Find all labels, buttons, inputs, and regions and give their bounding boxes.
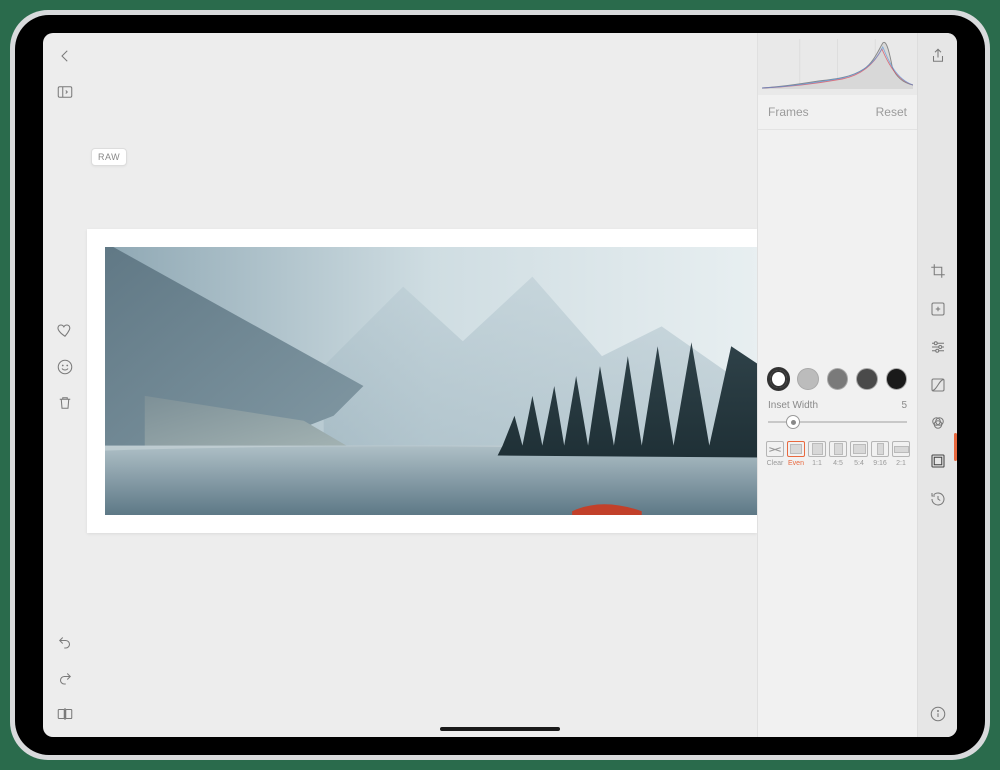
swatch-white[interactable] [768,368,789,390]
swatch-gray[interactable] [827,368,848,390]
ratio-clear[interactable]: Clear [766,441,784,467]
aspect-ratio-row: Clear Even 1:1 [766,441,909,467]
curves-icon[interactable] [929,376,947,394]
active-tool-indicator [954,433,957,461]
smiley-icon[interactable] [56,358,74,376]
crop-icon[interactable] [929,262,947,280]
raw-badge: RAW [91,148,127,166]
panel-header: Frames Reset [758,95,917,130]
color-mix-icon[interactable] [929,414,947,432]
swatch-black[interactable] [886,368,907,390]
ratio-2-1[interactable]: 2:1 [892,441,910,467]
histogram[interactable] [758,33,917,95]
ratio-1-1[interactable]: 1:1 [808,441,826,467]
redo-icon[interactable] [56,669,74,687]
panel-title: Frames [768,105,809,119]
compare-icon[interactable] [56,705,74,723]
ratio-9-16[interactable]: 9:16 [871,441,889,467]
frames-icon[interactable] [929,452,947,470]
trash-icon[interactable] [56,394,74,412]
frame-controls: Inset Width 5 Clear [758,358,917,467]
slider-thumb[interactable] [786,415,800,429]
ratio-4-5[interactable]: 4:5 [829,441,847,467]
ratio-5-4[interactable]: 5:4 [850,441,868,467]
history-icon[interactable] [929,490,947,508]
undo-icon[interactable] [56,633,74,651]
photo-preview [105,247,761,515]
sliders-icon[interactable] [929,338,947,356]
right-toolbar [917,33,957,737]
left-toolbar [43,33,87,737]
share-icon[interactable] [929,47,947,65]
info-icon[interactable] [929,705,947,723]
inset-width-value: 5 [901,400,907,411]
photo-frame[interactable] [87,229,757,533]
swatch-light-gray[interactable] [797,368,818,390]
back-icon[interactable] [56,47,74,65]
app-screen: RAW [43,33,957,737]
ratio-even[interactable]: Even [787,441,805,467]
home-indicator[interactable] [440,727,560,731]
ipad-device-frame: RAW [10,10,990,760]
reset-button[interactable]: Reset [876,105,907,119]
heart-icon[interactable] [56,322,74,340]
sidebar-toggle-icon[interactable] [56,83,74,101]
frame-color-row [766,364,909,400]
inset-width-slider[interactable] [768,415,907,429]
exposure-icon[interactable] [929,300,947,318]
inspector-panel: Frames Reset Ins [757,33,917,737]
inset-width-label: Inset Width [768,400,818,411]
swatch-dark-gray[interactable] [856,368,877,390]
